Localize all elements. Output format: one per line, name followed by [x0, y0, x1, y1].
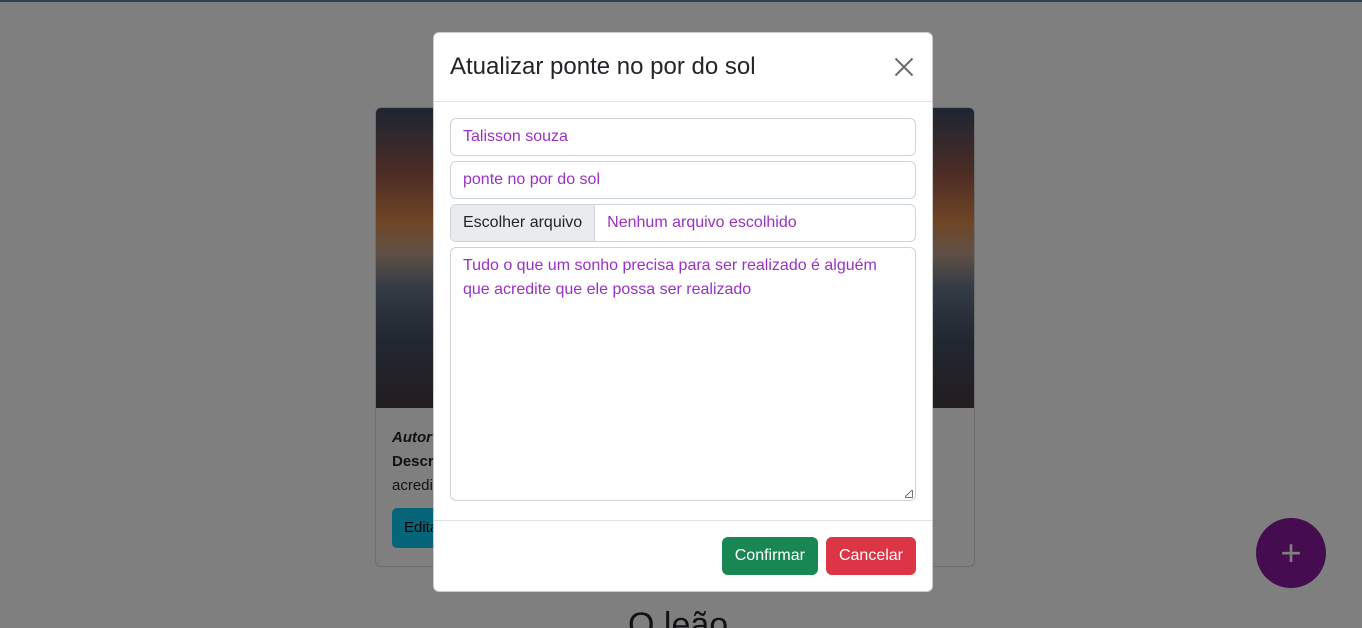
update-modal: Atualizar ponte no por do sol Talisson s…: [433, 32, 933, 592]
modal-header: Atualizar ponte no por do sol: [434, 33, 932, 102]
file-status: Nenhum arquivo escolhido: [607, 214, 797, 231]
author-input[interactable]: Talisson souza: [450, 118, 916, 156]
description-value: Tudo o que um sonho precisa para ser rea…: [463, 257, 877, 298]
description-textarea[interactable]: Tudo o que um sonho precisa para ser rea…: [450, 247, 916, 501]
cancel-button[interactable]: Cancelar: [825, 537, 916, 575]
resize-handle[interactable]: [905, 490, 913, 498]
modal-title: Atualizar ponte no por do sol: [450, 53, 756, 80]
confirm-button[interactable]: Confirmar: [721, 537, 818, 575]
close-icon[interactable]: [892, 55, 916, 79]
title-input-value: ponte no por do sol: [463, 171, 600, 188]
choose-file-button[interactable]: Escolher arquivo: [451, 205, 596, 241]
modal-footer: Confirmar Cancelar: [434, 520, 932, 591]
modal-body: Talisson souza ponte no por do sol Escol…: [434, 102, 932, 517]
author-input-value: Talisson souza: [463, 128, 568, 145]
file-input[interactable]: Escolher arquivo Nenhum arquivo escolhid…: [450, 204, 916, 242]
title-input[interactable]: ponte no por do sol: [450, 161, 916, 199]
